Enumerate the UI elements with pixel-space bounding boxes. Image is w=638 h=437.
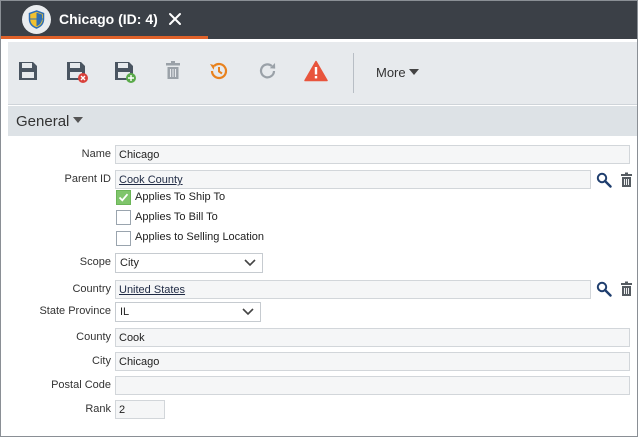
toolbar-separator xyxy=(353,53,354,93)
save-new-icon[interactable] xyxy=(113,60,139,86)
state-province-select[interactable]: IL xyxy=(115,302,261,322)
county-label: County xyxy=(76,331,111,343)
name-label: Name xyxy=(81,148,111,160)
applies-to-ship-to-label: Applies To Ship To xyxy=(135,191,226,203)
state-province-value: IL xyxy=(120,306,130,318)
save-icon[interactable] xyxy=(17,60,43,86)
country-field[interactable]: United States xyxy=(115,280,591,299)
tab-chicago[interactable]: Chicago (ID: 4) xyxy=(1,1,208,39)
country-link[interactable]: United States xyxy=(119,284,185,296)
parent-id-field[interactable]: Cook County xyxy=(115,170,591,189)
chevron-down-icon xyxy=(244,259,256,267)
postal-code-label: Postal Code xyxy=(51,379,111,391)
section-general-toggle[interactable]: General xyxy=(16,113,84,130)
window: Chicago (ID: 4) More General Name Chicag… xyxy=(0,0,638,437)
delete-icon[interactable] xyxy=(163,60,189,86)
close-icon[interactable] xyxy=(165,9,185,29)
trash-icon[interactable] xyxy=(619,281,635,297)
applies-to-selling-location-label: Applies to Selling Location xyxy=(135,231,265,243)
rank-field[interactable]: 2 xyxy=(115,400,165,419)
more-label: More xyxy=(376,65,406,80)
postal-code-field[interactable] xyxy=(115,376,630,395)
trash-icon[interactable] xyxy=(619,172,635,188)
tab-title: Chicago (ID: 4) xyxy=(59,11,158,27)
chevron-down-icon xyxy=(242,308,254,316)
section-title: General xyxy=(16,113,70,130)
city-field[interactable]: Chicago xyxy=(115,352,630,371)
applies-to-selling-location-checkbox[interactable] xyxy=(116,231,131,246)
more-menu-button[interactable]: More xyxy=(376,65,419,80)
search-icon[interactable] xyxy=(596,281,612,297)
state-province-label: State Province xyxy=(39,305,111,317)
parent-id-link[interactable]: Cook County xyxy=(119,174,183,186)
history-icon[interactable] xyxy=(208,60,234,86)
city-value: Chicago xyxy=(119,356,160,368)
rank-value: 2 xyxy=(119,404,126,416)
search-icon[interactable] xyxy=(596,172,612,188)
warning-icon[interactable] xyxy=(304,60,330,86)
parent-id-label: Parent ID xyxy=(64,173,111,185)
name-field[interactable]: Chicago xyxy=(115,145,630,164)
name-value: Chicago xyxy=(119,149,160,161)
county-value: Cook xyxy=(119,332,145,344)
city-label: City xyxy=(92,355,111,367)
toolbar: More xyxy=(8,42,637,105)
country-label: Country xyxy=(72,283,111,295)
shield-icon xyxy=(22,5,51,34)
applies-to-ship-to-checkbox[interactable] xyxy=(116,190,131,205)
active-tab-indicator xyxy=(1,36,208,39)
rank-label: Rank xyxy=(85,403,111,415)
chevron-down-icon xyxy=(408,69,419,75)
county-field[interactable]: Cook xyxy=(115,328,630,347)
applies-to-bill-to-label: Applies To Bill To xyxy=(135,211,218,223)
chevron-down-icon xyxy=(73,117,84,123)
scope-label: Scope xyxy=(79,256,111,268)
section-general: General xyxy=(8,106,637,136)
scope-select[interactable]: City xyxy=(115,253,263,273)
tab-bar: Chicago (ID: 4) xyxy=(1,1,637,39)
scope-value: City xyxy=(120,257,139,269)
refresh-icon[interactable] xyxy=(257,60,283,86)
save-close-icon[interactable] xyxy=(65,60,91,86)
applies-to-bill-to-checkbox[interactable] xyxy=(116,210,131,225)
